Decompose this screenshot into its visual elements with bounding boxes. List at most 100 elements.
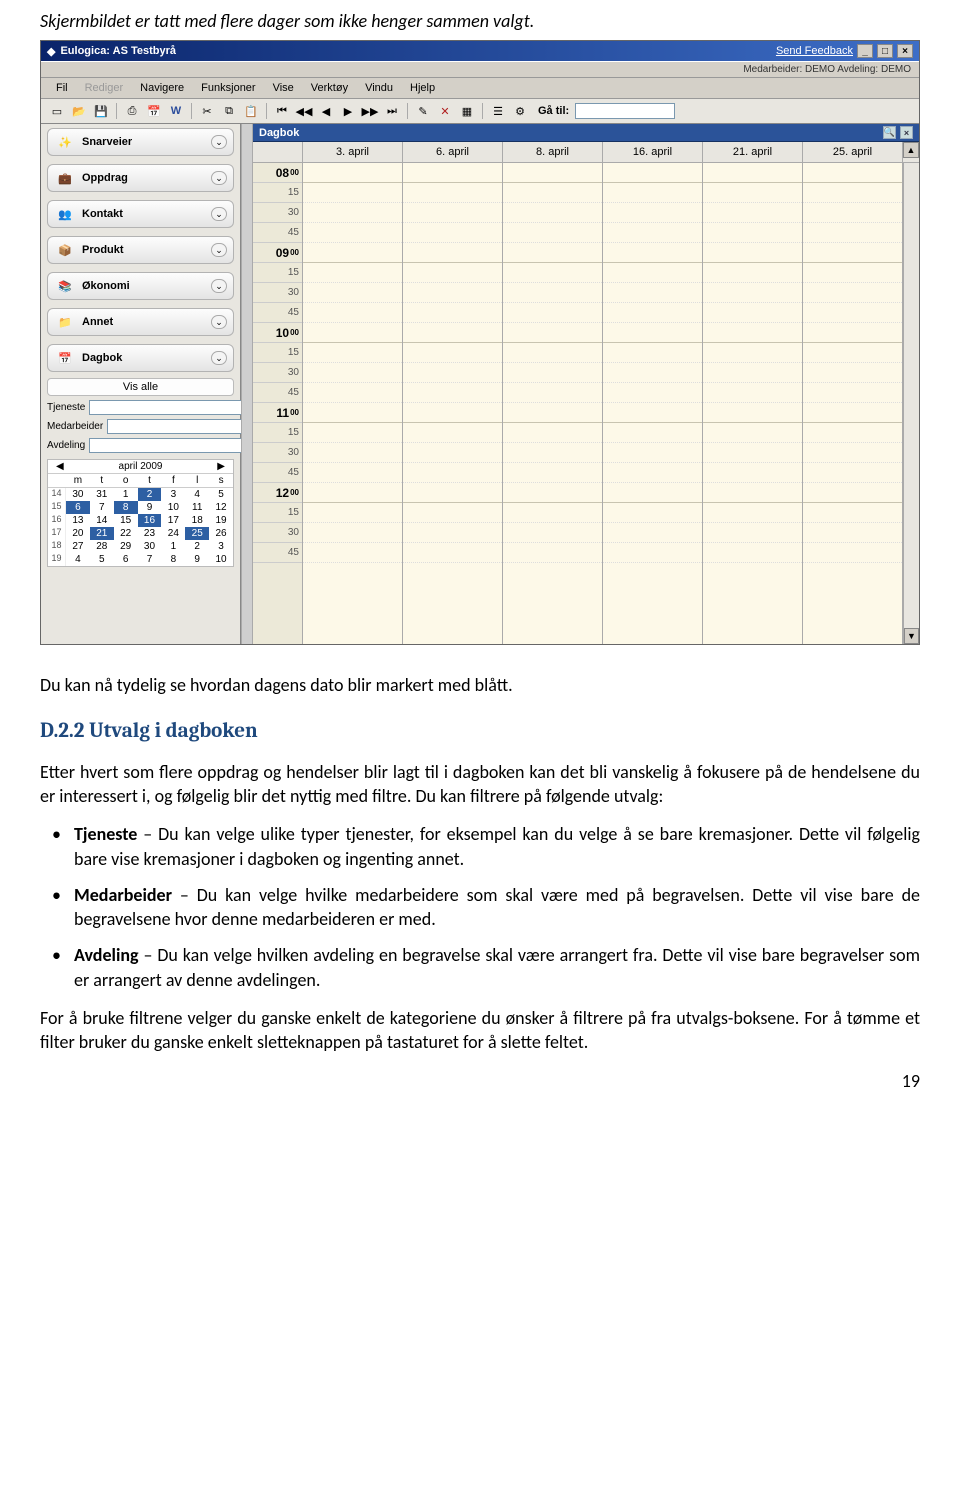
time-cell[interactable]: [703, 363, 802, 383]
time-cell[interactable]: [503, 323, 602, 343]
chevron-down-icon[interactable]: ⌄: [211, 171, 227, 185]
time-cell[interactable]: [603, 323, 702, 343]
menu-hjelp[interactable]: Hjelp: [403, 81, 442, 95]
close-button[interactable]: ×: [897, 44, 913, 58]
menu-fil[interactable]: Fil: [49, 81, 75, 95]
time-cell[interactable]: [603, 423, 702, 443]
day-column[interactable]: [603, 163, 703, 644]
cal-day-cell[interactable]: 5: [90, 553, 114, 566]
scroll-down-icon[interactable]: ▼: [904, 628, 919, 644]
sidebar-item-annet[interactable]: 📁 Annet ⌄: [47, 308, 234, 336]
maximize-button[interactable]: □: [877, 44, 893, 58]
time-cell[interactable]: [603, 223, 702, 243]
cal-day-cell[interactable]: 19: [209, 514, 233, 527]
time-cell[interactable]: [303, 223, 402, 243]
time-cell[interactable]: [703, 543, 802, 563]
date-header[interactable]: 8. april: [503, 142, 603, 162]
cal-day-cell[interactable]: 8: [161, 553, 185, 566]
send-feedback-link[interactable]: Send Feedback: [776, 45, 853, 57]
chevron-down-icon[interactable]: ⌄: [211, 243, 227, 257]
time-cell[interactable]: [803, 543, 902, 563]
time-cell[interactable]: [803, 363, 902, 383]
time-cell[interactable]: [603, 203, 702, 223]
time-cell[interactable]: [703, 403, 802, 423]
time-cell[interactable]: [603, 523, 702, 543]
menu-funksjoner[interactable]: Funksjoner: [194, 81, 262, 95]
time-cell[interactable]: [503, 223, 602, 243]
time-cell[interactable]: [403, 383, 502, 403]
time-cell[interactable]: [803, 243, 902, 263]
time-cell[interactable]: [403, 203, 502, 223]
time-cell[interactable]: [303, 523, 402, 543]
time-cell[interactable]: [603, 503, 702, 523]
splitter-handle[interactable]: [241, 124, 253, 644]
time-cell[interactable]: [403, 423, 502, 443]
time-cell[interactable]: [503, 483, 602, 503]
tb-next-icon[interactable]: ▶▶: [360, 102, 380, 120]
scroll-up-icon[interactable]: ▲: [903, 142, 919, 158]
tb-back-icon[interactable]: ◀: [316, 102, 336, 120]
time-cell[interactable]: [803, 443, 902, 463]
time-cell[interactable]: [403, 523, 502, 543]
search-icon[interactable]: 🔍: [883, 126, 896, 139]
time-cell[interactable]: [603, 483, 702, 503]
chevron-down-icon[interactable]: ⌄: [211, 279, 227, 293]
time-cell[interactable]: [803, 503, 902, 523]
tb-cut-icon[interactable]: ✂: [197, 102, 217, 120]
sidebar-item-okonomi[interactable]: 📚 Økonomi ⌄: [47, 272, 234, 300]
sidebar-item-dagbok[interactable]: 📅 Dagbok ⌄: [47, 344, 234, 372]
tb-paste-icon[interactable]: 📋: [241, 102, 261, 120]
tb-list-icon[interactable]: ☰: [488, 102, 508, 120]
time-cell[interactable]: [503, 423, 602, 443]
time-cell[interactable]: [803, 523, 902, 543]
time-cell[interactable]: [803, 303, 902, 323]
time-cell[interactable]: [503, 243, 602, 263]
time-cell[interactable]: [403, 403, 502, 423]
time-cell[interactable]: [803, 463, 902, 483]
time-cell[interactable]: [803, 323, 902, 343]
vis-alle-button[interactable]: Vis alle: [47, 378, 234, 396]
cal-day-cell[interactable]: 27: [66, 540, 90, 553]
cal-day-cell[interactable]: 10: [161, 501, 185, 514]
time-cell[interactable]: [503, 443, 602, 463]
time-cell[interactable]: [503, 183, 602, 203]
time-cell[interactable]: [403, 343, 502, 363]
cal-day-cell[interactable]: 6: [66, 501, 90, 514]
time-cell[interactable]: [403, 483, 502, 503]
day-column[interactable]: [703, 163, 803, 644]
time-cell[interactable]: [403, 163, 502, 183]
time-cell[interactable]: [803, 483, 902, 503]
tb-fwd-icon[interactable]: ▶: [338, 102, 358, 120]
cal-day-cell[interactable]: 1: [161, 540, 185, 553]
time-cell[interactable]: [303, 323, 402, 343]
day-column[interactable]: [803, 163, 903, 644]
minimize-button[interactable]: _: [857, 44, 873, 58]
cal-day-cell[interactable]: 7: [90, 501, 114, 514]
cal-day-cell[interactable]: 25: [185, 527, 209, 540]
time-cell[interactable]: [603, 263, 702, 283]
time-cell[interactable]: [703, 463, 802, 483]
cal-day-cell[interactable]: 1: [114, 488, 138, 501]
cal-day-cell[interactable]: 16: [138, 514, 162, 527]
tb-first-icon[interactable]: ⏮: [272, 102, 292, 120]
cal-day-cell[interactable]: 8: [114, 501, 138, 514]
menu-vindu[interactable]: Vindu: [358, 81, 400, 95]
time-cell[interactable]: [703, 223, 802, 243]
time-cell[interactable]: [603, 243, 702, 263]
tb-word-icon[interactable]: W: [166, 102, 186, 120]
cal-day-cell[interactable]: 4: [185, 488, 209, 501]
cal-day-cell[interactable]: 9: [185, 553, 209, 566]
time-cell[interactable]: [703, 203, 802, 223]
time-cell[interactable]: [403, 183, 502, 203]
cal-day-cell[interactable]: 7: [138, 553, 162, 566]
cal-day-cell[interactable]: 21: [90, 527, 114, 540]
time-cell[interactable]: [503, 523, 602, 543]
sidebar-item-kontakt[interactable]: 👥 Kontakt ⌄: [47, 200, 234, 228]
tb-add-icon[interactable]: ✎: [413, 102, 433, 120]
vertical-scrollbar[interactable]: ▼: [903, 163, 919, 644]
time-cell[interactable]: [303, 303, 402, 323]
time-cell[interactable]: [803, 223, 902, 243]
time-cell[interactable]: [803, 423, 902, 443]
cal-day-cell[interactable]: 15: [114, 514, 138, 527]
time-cell[interactable]: [403, 223, 502, 243]
